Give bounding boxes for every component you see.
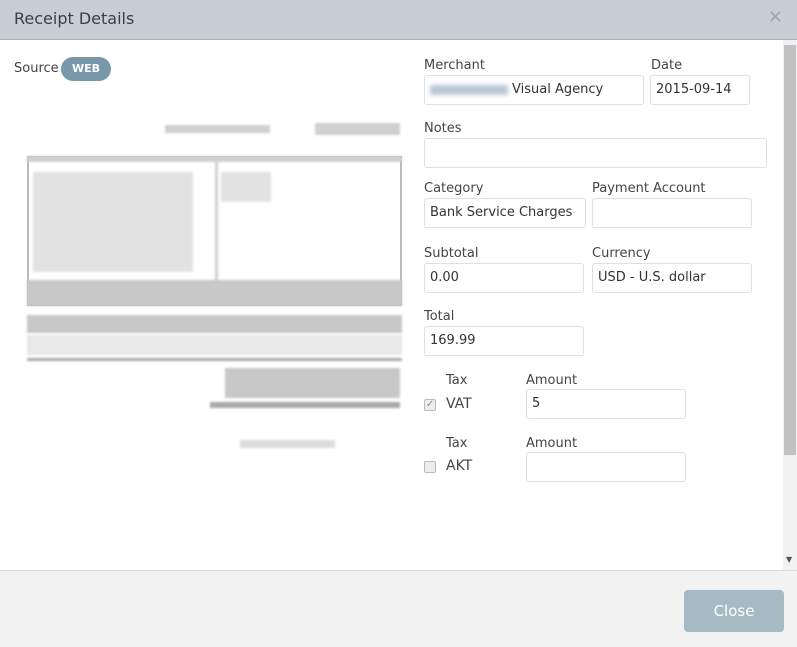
merchant-input[interactable]: Visual Agency xyxy=(424,75,644,105)
vat-checkbox[interactable]: ✓ xyxy=(424,399,436,411)
dialog-body: Source WEB Merchant Visual Agency Date 2… xyxy=(0,40,783,570)
close-icon[interactable]: × xyxy=(768,6,783,27)
category-label: Category xyxy=(424,181,484,196)
category-input[interactable]: Bank Service Charges xyxy=(424,198,586,228)
receipt-image xyxy=(25,120,405,448)
vat-name: VAT xyxy=(446,396,472,412)
akt-amount-input[interactable] xyxy=(526,452,686,482)
source-badge: WEB xyxy=(61,57,111,81)
scrollbar-thumb[interactable] xyxy=(784,45,796,455)
merchant-label: Merchant xyxy=(424,58,485,73)
payment-account-input[interactable] xyxy=(592,198,752,228)
total-input[interactable]: 169.99 xyxy=(424,326,584,356)
subtotal-label: Subtotal xyxy=(424,246,479,261)
notes-input[interactable] xyxy=(424,138,767,168)
date-input[interactable]: 2015-09-14 xyxy=(650,75,750,105)
amount-label: Amount xyxy=(526,373,578,388)
source-label: Source xyxy=(14,61,59,76)
close-button[interactable]: Close xyxy=(684,590,784,632)
amount-label: Amount xyxy=(526,436,578,451)
dialog-title: Receipt Details xyxy=(14,9,135,28)
akt-name: AKT xyxy=(446,458,473,474)
currency-label: Currency xyxy=(592,246,651,261)
payment-account-label: Payment Account xyxy=(592,181,706,196)
dialog-footer: Close xyxy=(0,570,797,647)
akt-checkbox[interactable] xyxy=(424,461,436,473)
currency-select[interactable]: USD - U.S. dollar xyxy=(592,263,752,293)
date-label: Date xyxy=(651,58,683,73)
scrollbar[interactable]: ▼ xyxy=(783,40,797,570)
vat-amount-input[interactable]: 5 xyxy=(526,389,686,419)
subtotal-input[interactable]: 0.00 xyxy=(424,263,584,293)
redacted-text xyxy=(430,84,508,95)
dialog-header: Receipt Details × xyxy=(0,0,797,40)
tax-label: Tax xyxy=(446,373,468,388)
notes-label: Notes xyxy=(424,121,462,136)
tax-label: Tax xyxy=(446,436,468,451)
total-label: Total xyxy=(424,309,455,324)
scroll-down-icon[interactable]: ▼ xyxy=(786,555,792,564)
